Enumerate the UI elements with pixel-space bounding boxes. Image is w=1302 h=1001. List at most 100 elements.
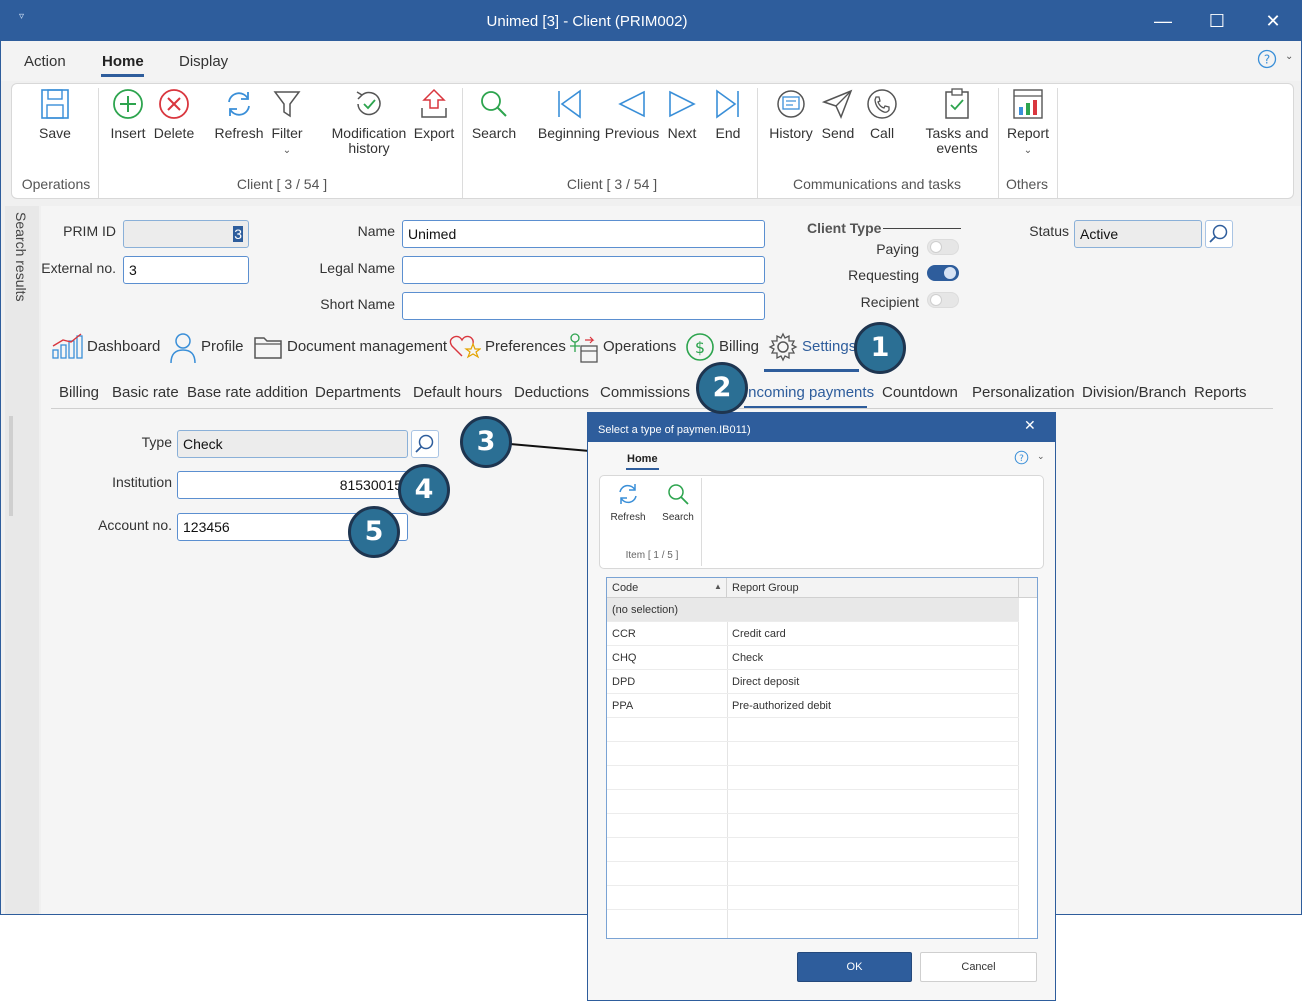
table-row[interactable]: PPA Pre-authorized debit xyxy=(607,694,1019,718)
subtab-billing[interactable]: Billing xyxy=(59,384,99,401)
menu-tab-home[interactable]: Home xyxy=(102,53,144,70)
send-button[interactable]: Send xyxy=(818,88,858,141)
tab-document-management-label: Document management xyxy=(287,338,448,355)
insert-button[interactable]: Insert xyxy=(107,88,149,141)
row-report-group: Credit card xyxy=(732,628,786,640)
recipient-toggle[interactable] xyxy=(927,292,959,308)
report-button[interactable]: Report ⌄ xyxy=(1004,88,1052,158)
person-icon xyxy=(170,333,196,364)
maximize-button[interactable]: ☐ xyxy=(1201,7,1233,35)
subtab-incoming-payments[interactable]: Incoming payments xyxy=(744,384,874,401)
help-icon[interactable]: ? xyxy=(1257,49,1277,74)
subtab-basic-rate[interactable]: Basic rate xyxy=(112,384,179,401)
column-code-label: Code xyxy=(612,582,639,594)
beginning-button[interactable]: Beginning xyxy=(536,88,602,141)
menu-tab-display[interactable]: Display xyxy=(179,53,228,70)
column-header-report-group[interactable]: Report Group xyxy=(728,578,1019,598)
payment-type-dialog: Select a type of paymen.IB011) ✕ Home ? … xyxy=(587,412,1056,1001)
status-field[interactable]: Active xyxy=(1074,220,1202,248)
dialog-help-icon[interactable]: ? xyxy=(1014,450,1029,470)
insert-label: Insert xyxy=(110,125,146,141)
institution-field[interactable]: 81530015 xyxy=(177,471,408,499)
subtab-division-branch[interactable]: Division/Branch xyxy=(1082,384,1186,401)
settings-tab-indicator xyxy=(764,369,859,372)
short-name-field[interactable] xyxy=(402,292,765,320)
close-button[interactable]: ✕ xyxy=(1257,7,1289,35)
dialog-refresh-label: Refresh xyxy=(610,512,646,523)
svg-text:?: ? xyxy=(1264,53,1270,67)
menu-bar: Action Home Display ? ⌄ xyxy=(1,41,1301,81)
subtab-default-hours[interactable]: Default hours xyxy=(413,384,502,401)
subtab-personalization[interactable]: Personalization xyxy=(972,384,1075,401)
tab-settings[interactable]: Settings xyxy=(768,332,856,362)
next-button[interactable]: Next xyxy=(664,88,700,141)
name-field[interactable]: Unimed xyxy=(402,220,765,248)
ribbon-options-icon[interactable]: ⌄ xyxy=(1285,51,1293,62)
status-lookup-button[interactable] xyxy=(1205,220,1233,248)
dialog-search-button[interactable]: Search xyxy=(658,482,698,523)
legal-name-field[interactable] xyxy=(402,256,765,284)
type-lookup-button[interactable] xyxy=(411,430,439,458)
call-button[interactable]: Call xyxy=(864,88,900,141)
dialog-refresh-button[interactable]: Refresh xyxy=(608,482,648,523)
delete-button[interactable]: Delete xyxy=(151,88,197,141)
tab-profile[interactable]: Profile xyxy=(169,333,244,364)
menu-tab-action[interactable]: Action xyxy=(24,53,66,70)
dialog-close-button[interactable]: ✕ xyxy=(1024,417,1036,434)
subtab-commissions[interactable]: Commissions xyxy=(600,384,690,401)
type-field[interactable]: Check xyxy=(177,430,408,458)
empty-row xyxy=(607,790,1019,814)
column-header-code[interactable]: Code ▲ xyxy=(607,578,727,598)
panel-grip[interactable] xyxy=(9,416,13,516)
modification-history-label-2: history xyxy=(348,140,390,156)
subtab-departments[interactable]: Departments xyxy=(315,384,401,401)
export-button[interactable]: Export xyxy=(410,88,458,141)
tab-billing[interactable]: $ Billing xyxy=(685,333,759,361)
search-icon xyxy=(415,434,434,453)
table-row[interactable]: (no selection) xyxy=(607,598,1019,622)
history-button[interactable]: History xyxy=(766,88,816,141)
refresh-button[interactable]: Refresh xyxy=(212,88,266,141)
search-button[interactable]: Search xyxy=(470,88,518,141)
dialog-options-icon[interactable]: ⌄ xyxy=(1037,451,1045,462)
search-results-panel[interactable]: Search results xyxy=(5,206,39,914)
minimize-button[interactable]: — xyxy=(1147,7,1179,35)
subtab-reports[interactable]: Reports xyxy=(1194,384,1247,401)
table-row[interactable]: CHQ Check xyxy=(607,646,1019,670)
subtab-deductions[interactable]: Deductions xyxy=(514,384,589,401)
tab-preferences[interactable]: Preferences xyxy=(449,335,566,359)
dialog-tab-home[interactable]: Home xyxy=(627,453,658,465)
subtab-countdown[interactable]: Countdown xyxy=(882,384,958,401)
end-button[interactable]: End xyxy=(712,88,744,141)
ok-button[interactable]: OK xyxy=(797,952,912,982)
requesting-toggle[interactable] xyxy=(927,265,959,281)
last-record-icon xyxy=(716,89,739,119)
save-button[interactable]: Save xyxy=(26,88,84,141)
external-no-field[interactable]: 3 xyxy=(123,256,249,284)
table-row[interactable]: DPD Direct deposit xyxy=(607,670,1019,694)
ribbon-separator xyxy=(998,88,999,198)
sort-ascending-icon: ▲ xyxy=(714,582,722,591)
prim-id-field[interactable]: 3 xyxy=(123,220,249,248)
call-label: Call xyxy=(869,125,895,141)
tab-operations[interactable]: Operations xyxy=(567,333,676,363)
dashboard-chart-icon xyxy=(52,333,83,359)
tab-document-management[interactable]: Document management xyxy=(253,337,448,359)
svg-text:?: ? xyxy=(1019,454,1024,464)
modification-history-button[interactable]: Modification history xyxy=(329,88,409,156)
previous-button[interactable]: Previous xyxy=(604,88,660,141)
short-name-label: Short Name xyxy=(320,296,395,312)
search-icon xyxy=(481,91,507,117)
filter-button[interactable]: Filter ⌄ xyxy=(267,88,307,158)
previous-label: Previous xyxy=(604,125,660,141)
paying-toggle[interactable] xyxy=(927,239,959,255)
tab-dashboard[interactable]: Dashboard xyxy=(51,333,160,359)
ribbon-separator xyxy=(462,88,463,198)
table-row[interactable]: CCR Credit card xyxy=(607,622,1019,646)
dialog-ribbon-separator xyxy=(701,478,702,566)
subtab-base-rate-addition[interactable]: Base rate addition xyxy=(187,384,308,401)
cancel-button[interactable]: Cancel xyxy=(920,952,1037,982)
folder-icon xyxy=(254,337,282,359)
operations-calendar-icon xyxy=(570,333,598,363)
tasks-and-events-button[interactable]: Tasks and events xyxy=(922,88,992,156)
